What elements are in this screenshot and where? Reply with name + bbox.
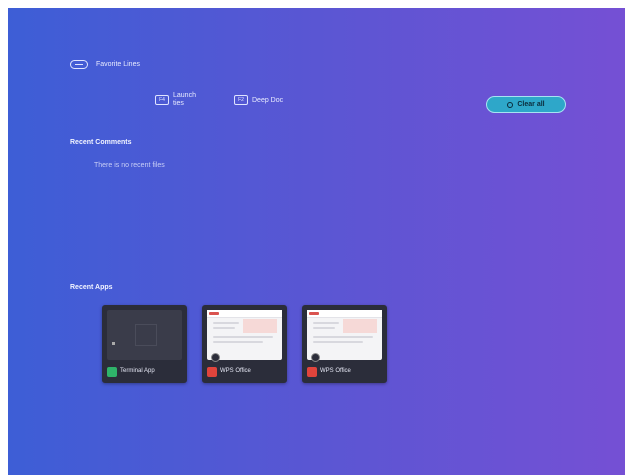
clear-all-button[interactable]: Clear all [486,96,566,113]
app-label: Terminal App [120,368,155,374]
recent-app-card[interactable]: WPS Office [302,305,387,383]
favorite-lines-title: Favorite Lines [96,61,140,68]
thumbnail-dot [112,342,115,345]
app-thumbnail [207,310,282,362]
app-label: WPS Office [320,368,351,374]
ticket-icon: F4 [155,95,169,105]
app-thumbnail [107,310,182,360]
recent-comments-heading: Recent Comments [70,139,132,146]
close-icon[interactable] [211,353,220,362]
launch-item-label: Launch ties [173,92,196,107]
thumbnail-highlight [243,319,277,333]
favorite-lines-header: Favorite Lines [70,60,140,69]
thumbnail-toolbar [307,310,382,318]
app-icon [107,367,117,377]
ticket-icon: F2 [234,95,248,105]
keyboard-icon [70,60,88,69]
close-icon[interactable] [311,353,320,362]
app-label: WPS Office [220,368,251,374]
recent-app-card[interactable]: WPS Office [202,305,287,383]
thumbnail-frame [135,324,157,346]
clear-icon [507,101,514,108]
app-thumbnail [307,310,382,362]
wps-office-icon [207,367,217,377]
favorite-deep-doc-item[interactable]: F2 Deep Doc [234,95,283,105]
recent-app-card[interactable]: Terminal App [102,305,187,383]
recent-apps-heading: Recent Apps [70,284,113,291]
thumbnail-highlight [343,319,377,333]
clear-all-label: Clear all [517,101,545,108]
favorite-launch-item[interactable]: F4 Launch ties [155,92,196,108]
comments-empty-text: There is no recent files [94,162,165,169]
thumbnail-toolbar [207,310,282,318]
deep-doc-item-label: Deep Doc [252,96,284,104]
wps-office-icon [307,367,317,377]
desktop-screen: Favorite Lines F4 Launch ties F2 Deep Doc… [8,8,625,475]
